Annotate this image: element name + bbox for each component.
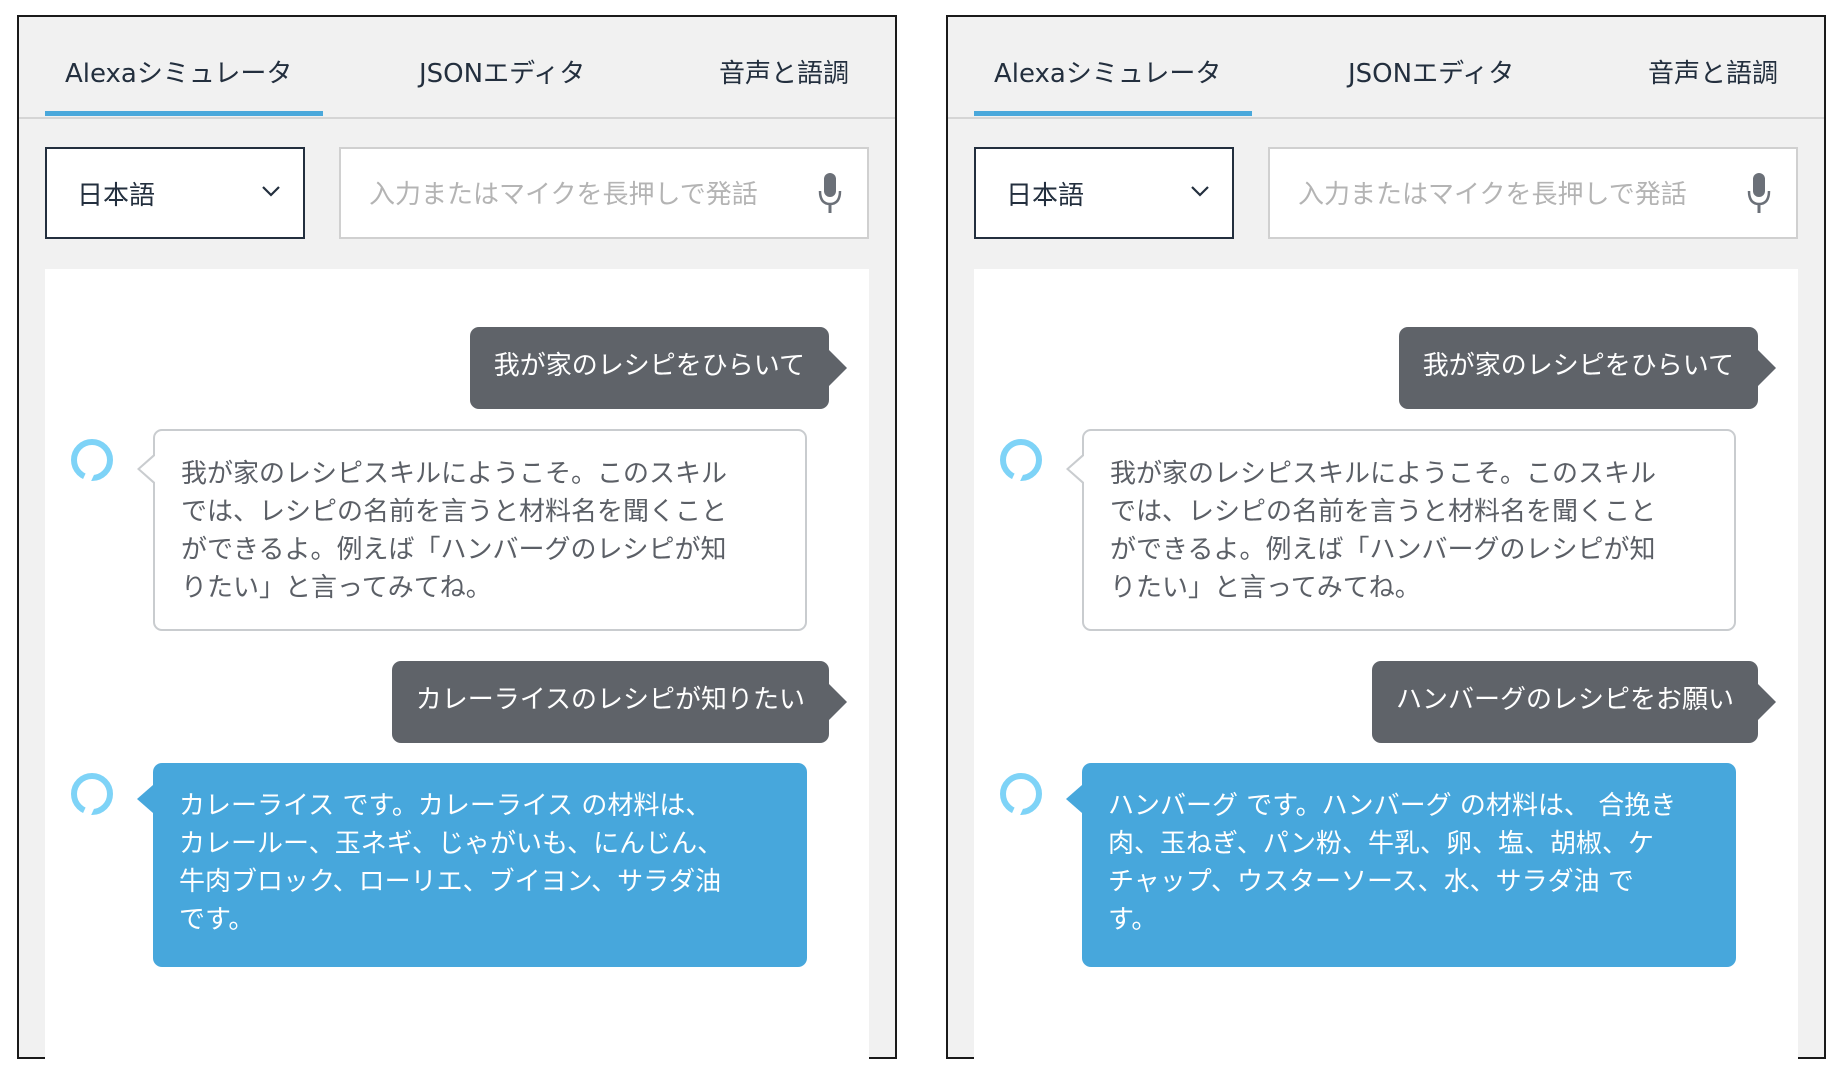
tab-voice-and-tone[interactable]: 音声と語調 bbox=[1648, 53, 1778, 90]
language-select[interactable]: 日本語 bbox=[974, 147, 1234, 239]
utterance-input-box bbox=[1268, 147, 1798, 239]
user-message: カレーライスのレシピが知りたい bbox=[391, 661, 848, 743]
simulator-panel-left: Alexaシミュレータ JSONエディタ 音声と語調 日本語 我が家のレシピをひ… bbox=[17, 15, 897, 1059]
alexa-response: 我が家のレシピスキルにようこそ。このスキル では、レシピの名前を言うと材料名を聞… bbox=[1066, 429, 1736, 631]
alexa-response-result: ハンバーグ です。ハンバーグ の材料は、 合挽き 肉、玉ねぎ、パン粉、牛乳、卵、… bbox=[1066, 763, 1736, 967]
microphone-icon[interactable] bbox=[1746, 171, 1772, 219]
utterance-input[interactable] bbox=[1298, 177, 1718, 213]
simulator-panel-right: Alexaシミュレータ JSONエディタ 音声と語調 日本語 我が家のレシピをひ… bbox=[946, 15, 1826, 1059]
tab-alexa-simulator[interactable]: Alexaシミュレータ bbox=[65, 53, 292, 90]
tab-json-editor[interactable]: JSONエディタ bbox=[419, 53, 585, 90]
tab-bar: Alexaシミュレータ JSONエディタ 音声と語調 bbox=[948, 17, 1824, 119]
tab-alexa-simulator[interactable]: Alexaシミュレータ bbox=[994, 53, 1221, 90]
language-select-value: 日本語 bbox=[1006, 181, 1085, 211]
alexa-response-result: カレーライス です。カレーライス の材料は、 カレールー、玉ネギ、じゃがいも、に… bbox=[137, 763, 807, 967]
user-message: ハンバーグのレシピをお願い bbox=[1371, 661, 1777, 743]
user-message: 我が家のレシピをひらいて bbox=[1398, 327, 1777, 409]
tab-json-editor[interactable]: JSONエディタ bbox=[1348, 53, 1514, 90]
language-select[interactable]: 日本語 bbox=[45, 147, 305, 239]
alexa-ring-icon bbox=[71, 439, 113, 481]
language-select-value: 日本語 bbox=[77, 181, 156, 211]
chat-transcript: 我が家のレシピをひらいて 我が家のレシピスキルにようこそ。このスキル では、レシ… bbox=[45, 269, 869, 1059]
chat-transcript: 我が家のレシピをひらいて 我が家のレシピスキルにようこそ。このスキル では、レシ… bbox=[974, 269, 1798, 1059]
tab-bar: Alexaシミュレータ JSONエディタ 音声と語調 bbox=[19, 17, 895, 119]
utterance-input-box bbox=[339, 147, 869, 239]
active-tab-indicator bbox=[45, 111, 323, 116]
user-message: 我が家のレシピをひらいて bbox=[469, 327, 848, 409]
alexa-ring-icon bbox=[71, 773, 113, 815]
alexa-ring-icon bbox=[1000, 439, 1042, 481]
alexa-ring-icon bbox=[1000, 773, 1042, 815]
utterance-input[interactable] bbox=[369, 177, 789, 213]
microphone-icon[interactable] bbox=[817, 171, 843, 219]
tab-voice-and-tone[interactable]: 音声と語調 bbox=[719, 53, 849, 90]
active-tab-indicator bbox=[974, 111, 1252, 116]
chevron-down-icon bbox=[261, 183, 281, 202]
chevron-down-icon bbox=[1190, 183, 1210, 202]
alexa-response: 我が家のレシピスキルにようこそ。このスキル では、レシピの名前を言うと材料名を聞… bbox=[137, 429, 807, 631]
